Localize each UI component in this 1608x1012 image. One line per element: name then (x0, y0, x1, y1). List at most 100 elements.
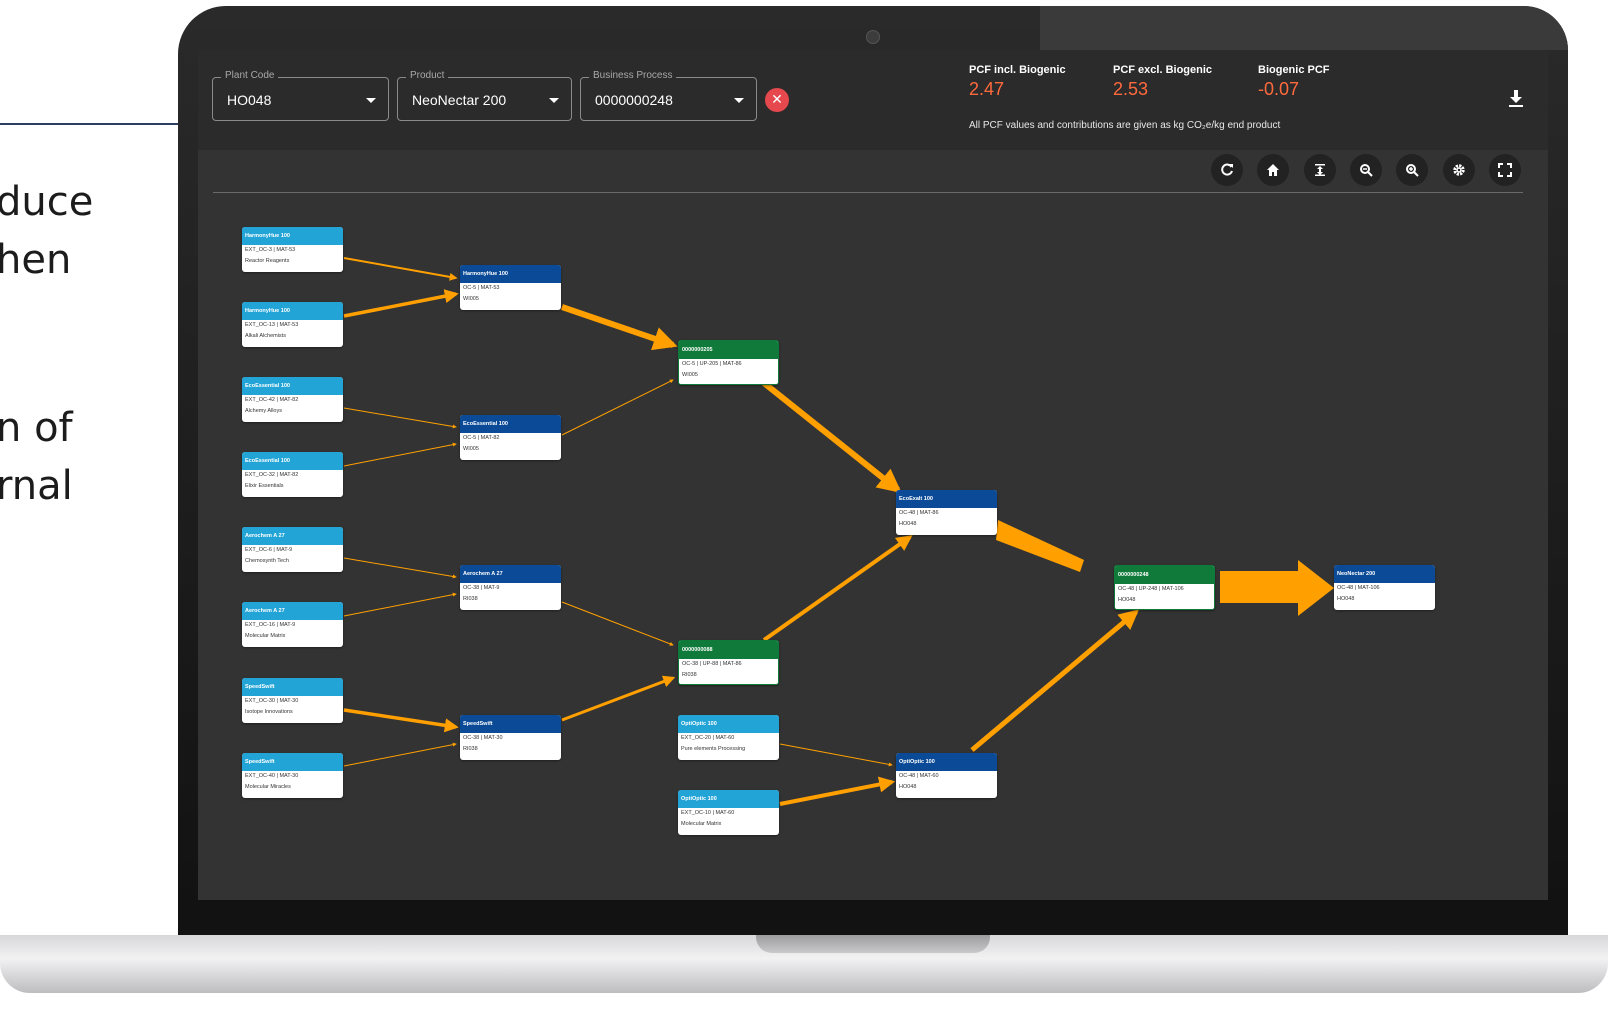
node-speedswift-oc-38[interactable]: SpeedSwift OC-38 | MAT-30 RI038 (460, 715, 561, 760)
node-speedswift-ext-oc-30[interactable]: SpeedSwift EXT_OC-30 | MAT-30 Isotope In… (242, 678, 343, 723)
node-title: EcoEssential 100 (242, 377, 343, 395)
node-supplier: Molecular Matrix (681, 821, 722, 827)
node-neonectar-oc-48[interactable]: NeoNectar 200 OC-48 | MAT-106 HO048 (1334, 565, 1435, 610)
node-codes: OC-5 | MAT-53 (463, 285, 500, 291)
node-ecoessential-oc-5[interactable]: EcoEssential 100 OC-5 | MAT-82 WI005 (460, 415, 561, 460)
flow-edge (343, 742, 457, 767)
flow-edge (1220, 560, 1334, 616)
node-title: OptiOptic 100 (678, 790, 779, 808)
node-plant: HO048 (899, 784, 917, 790)
slide-text-line-1: duce (0, 179, 94, 225)
node-title: Aerochem A 27 (242, 602, 343, 620)
app-screen: Plant Code HO048 Product NeoNectar 200 B… (198, 50, 1548, 900)
flow-edge (561, 379, 674, 436)
node-codes: OC-48 | MAT-86 (899, 510, 939, 516)
flow-edge (779, 776, 896, 806)
node-codes: OC-48 | MAT-60 (899, 773, 939, 779)
node-codes: OC-5 | MAT-82 (463, 435, 500, 441)
node-title: HarmonyHue 100 (242, 227, 343, 245)
node-codes: EXT_OC-6 | MAT-9 (245, 547, 293, 553)
node-codes: EXT_OC-16 | MAT-9 (245, 622, 296, 628)
node-aerochem-oc-38[interactable]: Aerochem A 27 OC-38 | MAT-9 RI038 (460, 565, 561, 610)
node-ecoessential-ext-oc-32[interactable]: EcoEssential 100 EXT_OC-32 | MAT-82 Elix… (242, 452, 343, 497)
node-codes: OC-38 | MAT-9 (463, 585, 500, 591)
node-title: EcoEssential 100 (242, 452, 343, 470)
slide-text-line-2: hen (0, 237, 72, 283)
node-codes: EXT_OC-20 | MAT-60 (681, 735, 735, 741)
node-title: NeoNectar 200 (1334, 565, 1435, 583)
node-optioptic-ext-oc-20[interactable]: OptiOptic 100 EXT_OC-20 | MAT-60 Pure el… (678, 715, 779, 760)
node-optioptic-oc-48[interactable]: OptiOptic 100 OC-48 | MAT-60 HO048 (896, 753, 997, 798)
flow-edge (762, 535, 913, 642)
node-plant: WI005 (463, 446, 479, 452)
flow-edge (343, 407, 457, 429)
node-process-0000000088[interactable]: 0000000088 OC-38 | UP-88 | MAT-86 RI038 (678, 640, 779, 685)
node-title: Aerochem A 27 (460, 565, 561, 583)
node-title: SpeedSwift (242, 753, 343, 771)
node-title: 0000000088 (679, 641, 778, 659)
node-supplier: Molecular Matrix (245, 633, 286, 639)
node-harmonyhue-ext-oc-3[interactable]: HarmonyHue 100 EXT_OC-3 | MAT-53 Reactor… (242, 227, 343, 272)
flow-edge (343, 708, 459, 733)
node-title: SpeedSwift (242, 678, 343, 696)
node-title: HarmonyHue 100 (242, 302, 343, 320)
node-aerochem-ext-oc-16[interactable]: Aerochem A 27 EXT_OC-16 | MAT-9 Molecula… (242, 602, 343, 647)
node-supplier: Chemosynth Tech (245, 558, 289, 564)
node-plant: HO048 (1118, 597, 1136, 603)
node-codes: EXT_OC-40 | MAT-30 (245, 773, 299, 779)
node-plant: RI038 (682, 672, 697, 678)
flow-edge (970, 609, 1140, 752)
flow-edge (561, 601, 674, 646)
node-plant: WI005 (463, 296, 479, 302)
node-plant: RI038 (463, 746, 478, 752)
node-supplier: Alkali Alchemists (245, 333, 286, 339)
node-codes: OC-38 | UP-88 | MAT-86 (682, 661, 742, 667)
node-aerochem-ext-oc-6[interactable]: Aerochem A 27 EXT_OC-6 | MAT-9 Chemosynt… (242, 527, 343, 572)
flow-edge (343, 557, 457, 579)
node-title: Aerochem A 27 (242, 527, 343, 545)
flow-edge (561, 675, 676, 722)
flow-edge (343, 289, 459, 318)
flow-edge (779, 743, 893, 767)
node-codes: OC-48 | UP-248 | MAT-106 (1118, 586, 1184, 592)
node-codes: EXT_OC-10 | MAT-60 (681, 810, 735, 816)
node-harmonyhue-oc-5[interactable]: HarmonyHue 100 OC-5 | MAT-53 WI005 (460, 265, 561, 310)
slide-divider-line (0, 123, 178, 125)
node-process-0000000205[interactable]: 0000000205 OC-5 | UP-205 | MAT-86 WI005 (678, 340, 779, 385)
node-supplier: Reactor Reagents (245, 258, 290, 264)
node-ecoexalt-oc-48[interactable]: EcoExalt 100 OC-48 | MAT-86 HO048 (896, 490, 997, 535)
laptop-base-notch (756, 935, 990, 953)
node-ecoessential-ext-oc-42[interactable]: EcoEssential 100 EXT_OC-42 | MAT-82 Alch… (242, 377, 343, 422)
node-supplier: Elixir Essentials (245, 483, 284, 489)
node-codes: OC-5 | UP-205 | MAT-86 (682, 361, 742, 367)
node-title: SpeedSwift (460, 715, 561, 733)
flow-edge (762, 380, 902, 493)
node-title: OptiOptic 100 (678, 715, 779, 733)
node-codes: EXT_OC-3 | MAT-53 (245, 247, 296, 253)
flow-edge (561, 304, 678, 351)
node-plant: RI038 (463, 596, 478, 602)
node-title: 0000000205 (679, 341, 778, 359)
flow-edge (343, 257, 458, 281)
node-process-0000000248[interactable]: 0000000248 OC-48 | UP-248 | MAT-106 HO04… (1114, 565, 1215, 610)
slide-text-line-3: n of (0, 405, 73, 451)
flow-edge (343, 592, 457, 617)
node-plant: HO048 (899, 521, 917, 527)
laptop-bezel-glare (1040, 6, 1568, 50)
node-supplier: Pure elements Processing (681, 746, 746, 752)
node-harmonyhue-ext-oc-13[interactable]: HarmonyHue 100 EXT_OC-13 | MAT-53 Alkali… (242, 302, 343, 347)
node-supplier: Isotope Innovations (245, 709, 293, 715)
flow-edge (343, 442, 457, 467)
node-title: EcoEssential 100 (460, 415, 561, 433)
node-codes: OC-48 | MAT-106 (1337, 585, 1380, 591)
node-speedswift-ext-oc-40[interactable]: SpeedSwift EXT_OC-40 | MAT-30 Molecular … (242, 753, 343, 798)
node-codes: OC-38 | MAT-30 (463, 735, 503, 741)
node-codes: EXT_OC-32 | MAT-82 (245, 472, 299, 478)
node-supplier: Molecular Miracles (245, 784, 291, 790)
node-plant: HO048 (1337, 596, 1355, 602)
node-title: 0000000248 (1115, 566, 1214, 584)
node-optioptic-ext-oc-10[interactable]: OptiOptic 100 EXT_OC-10 | MAT-60 Molecul… (678, 790, 779, 835)
node-codes: EXT_OC-13 | MAT-53 (245, 322, 299, 328)
node-title: OptiOptic 100 (896, 753, 997, 771)
slide-text-line-4: rnal (0, 463, 73, 509)
